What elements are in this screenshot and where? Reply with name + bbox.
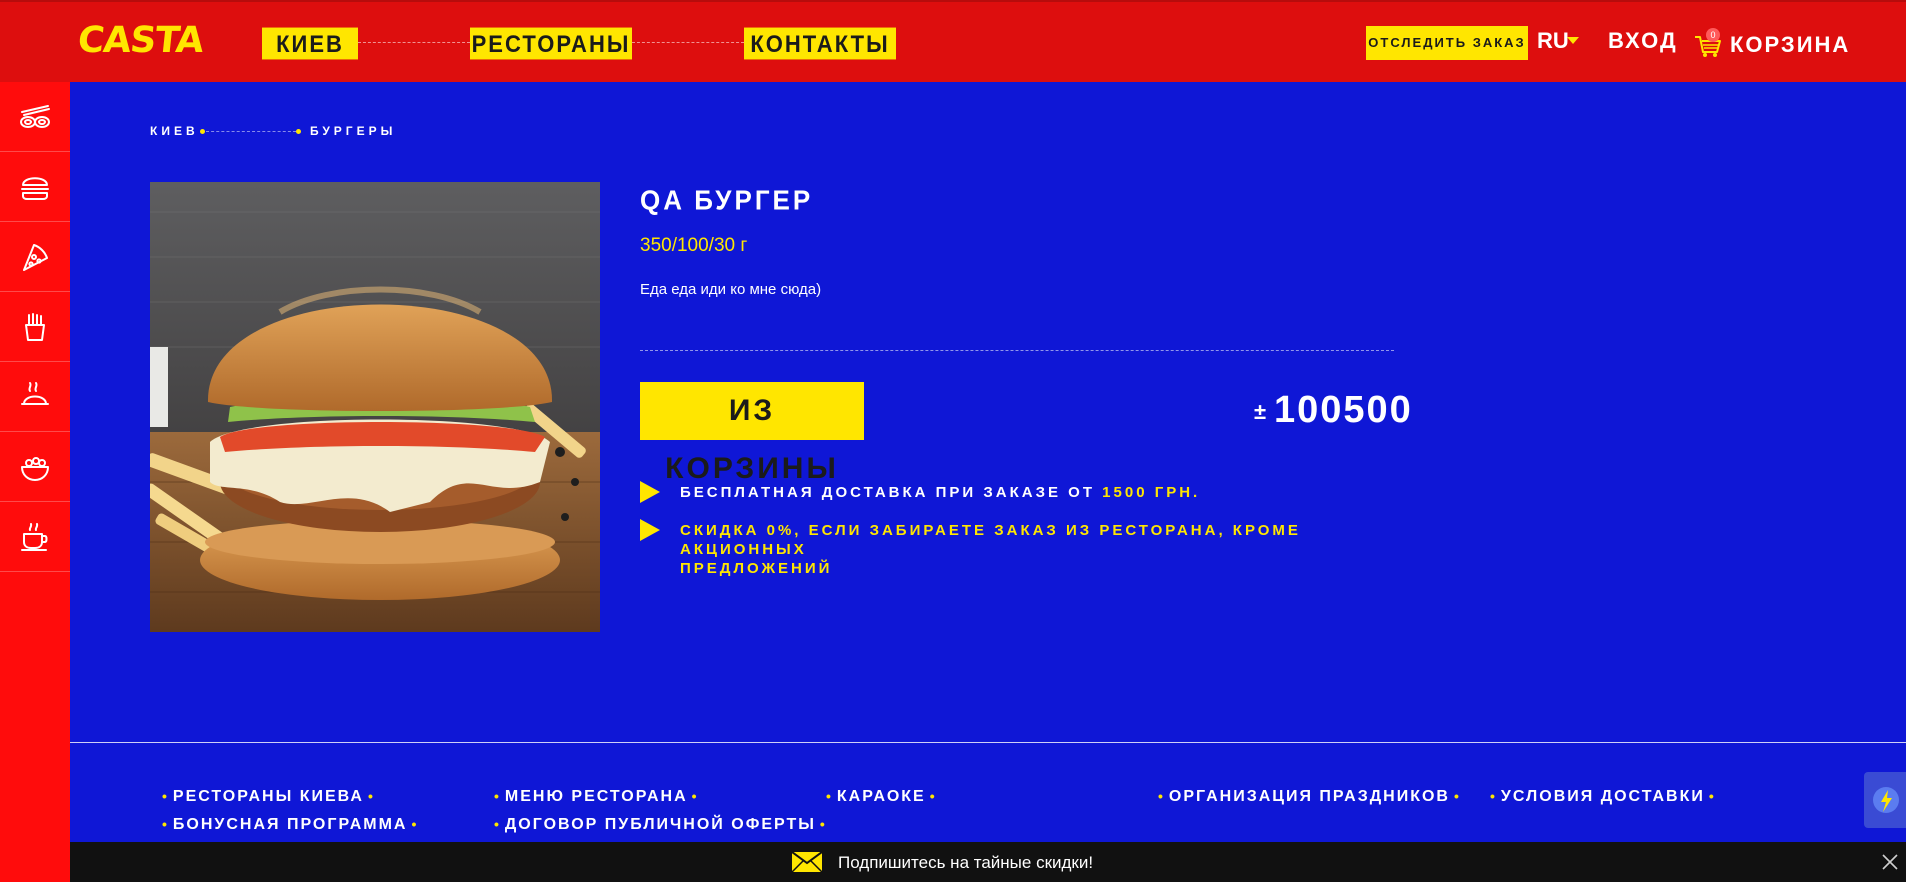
nav-restaurants[interactable]: РЕСТОРАНЫ — [470, 27, 632, 60]
sidebar-item-sushi[interactable] — [0, 82, 70, 152]
product-description: Еда еда иди ко мне сюда) — [640, 281, 822, 298]
category-sidebar — [0, 82, 70, 882]
footer-link-events[interactable]: • ОРГАНИЗАЦИЯ ПРАЗДНИКОВ • — [1154, 788, 1465, 806]
cart-label: КОРЗИНА — [1730, 32, 1851, 57]
breadcrumb-city[interactable]: КИЕВ — [150, 124, 199, 138]
burger-icon — [21, 176, 49, 200]
close-icon[interactable] — [1880, 852, 1900, 872]
delivery-amount: 1500 ГРН. — [1102, 484, 1201, 501]
discount-info-text: СКИДКА 0%, ЕСЛИ ЗАБИРАЕТЕ ЗАКАЗ ИЗ РЕСТО… — [680, 521, 1360, 578]
breadcrumb-dot — [200, 129, 205, 134]
chevron-down-icon[interactable] — [1567, 37, 1579, 44]
footer-link-label: УСЛОВИЯ ДОСТАВКИ — [1500, 788, 1705, 805]
product-weight: 350/100/30 г — [640, 235, 748, 256]
product-image — [150, 182, 600, 632]
sushi-icon — [20, 104, 50, 128]
product-price: 100500 — [1274, 389, 1413, 431]
login-link[interactable]: ВХОД — [1608, 28, 1678, 54]
nav-city[interactable]: КИЕВ — [262, 27, 358, 60]
nav-contacts[interactable]: КОНТАКТЫ — [744, 27, 896, 60]
language-select[interactable]: RU — [1537, 28, 1569, 54]
cup-icon — [21, 522, 48, 551]
sidebar-item-hot-dishes[interactable] — [0, 362, 70, 432]
footer-link-label: БОНУСНАЯ ПРОГРАММА — [172, 816, 408, 833]
footer-link-label: РЕСТОРАНЫ КИЕВА — [172, 788, 364, 805]
footer-link-bonus[interactable]: • БОНУСНАЯ ПРОГРАММА • — [158, 816, 422, 834]
salad-icon — [21, 456, 49, 481]
footer-link-karaoke[interactable]: • КАРАОКЕ • — [822, 788, 941, 806]
sidebar-item-pizza[interactable] — [0, 222, 70, 292]
logo[interactable]: CASTA — [76, 20, 205, 61]
remove-from-cart-button[interactable]: ИЗ КОРЗИНЫ — [640, 382, 864, 485]
breadcrumb-dot — [296, 129, 301, 134]
site-header: CASTA КИЕВ РЕСТОРАНЫ КОНТАКТЫ ОТСЛЕДИТЬ … — [0, 0, 1906, 82]
divider — [640, 350, 1394, 351]
cart-count-badge: 0 — [1706, 28, 1720, 42]
footer-link-offer[interactable]: • ДОГОВОР ПУБЛИЧНОЙ ОФЕРТЫ • — [490, 816, 831, 834]
footer-separator — [70, 742, 1906, 743]
fries-icon — [25, 312, 45, 341]
cart-button[interactable]: 0 КОРЗИНА — [1694, 28, 1848, 60]
footer-link-label: ДОГОВОР ПУБЛИЧНОЙ ОФЕРТЫ — [504, 816, 816, 833]
sidebar-item-drinks[interactable] — [0, 502, 70, 572]
footer-link-restaurants[interactable]: • РЕСТОРАНЫ КИЕВА • — [158, 788, 379, 806]
footer-link-label: МЕНЮ РЕСТОРАНА — [504, 788, 688, 805]
play-arrow-icon — [640, 481, 660, 503]
footer-link-label: ОРГАНИЗАЦИЯ ПРАЗДНИКОВ — [1168, 788, 1450, 805]
sidebar-item-salads[interactable] — [0, 432, 70, 502]
discount-line-1: СКИДКА 0%, ЕСЛИ ЗАБИРАЕТЕ ЗАКАЗ ИЗ РЕСТО… — [680, 522, 1301, 558]
play-arrow-icon — [640, 519, 660, 541]
breadcrumb-category: БУРГЕРЫ — [310, 124, 397, 138]
product-title: QA БУРГЕР — [640, 183, 814, 217]
track-order-button[interactable]: ОТСЛЕДИТЬ ЗАКАЗ — [1366, 26, 1528, 60]
delivery-text: БЕСПЛАТНАЯ ДОСТАВКА ПРИ ЗАКАЗЕ ОТ — [680, 484, 1095, 501]
chat-icon — [1873, 787, 1899, 813]
footer-link-label: КАРАОКЕ — [836, 788, 926, 805]
breadcrumb-separator — [206, 131, 296, 132]
envelope-icon — [792, 852, 822, 872]
pizza-icon — [23, 243, 48, 271]
delivery-info-text: БЕСПЛАТНАЯ ДОСТАВКА ПРИ ЗАКАЗЕ ОТ 1500 Г… — [680, 483, 1200, 502]
nav-dotted-line — [358, 42, 470, 43]
price-currency-sign: ± — [1254, 399, 1267, 424]
sidebar-item-fries[interactable] — [0, 292, 70, 362]
chat-widget-button[interactable] — [1864, 772, 1906, 828]
subscribe-bar[interactable]: Подпишитесь на тайные скидки! — [70, 842, 1906, 882]
footer-link-delivery[interactable]: • УСЛОВИЯ ДОСТАВКИ • — [1486, 788, 1720, 806]
subscribe-text: Подпишитесь на тайные скидки! — [838, 853, 1094, 872]
nav-dotted-line — [632, 42, 744, 43]
sidebar-item-burgers[interactable] — [0, 152, 70, 222]
burger-photo — [150, 182, 600, 632]
dish-icon — [21, 381, 49, 405]
footer-link-menu[interactable]: • МЕНЮ РЕСТОРАНА • — [490, 788, 703, 806]
discount-line-2: ПРЕДЛОЖЕНИЙ — [680, 560, 833, 577]
